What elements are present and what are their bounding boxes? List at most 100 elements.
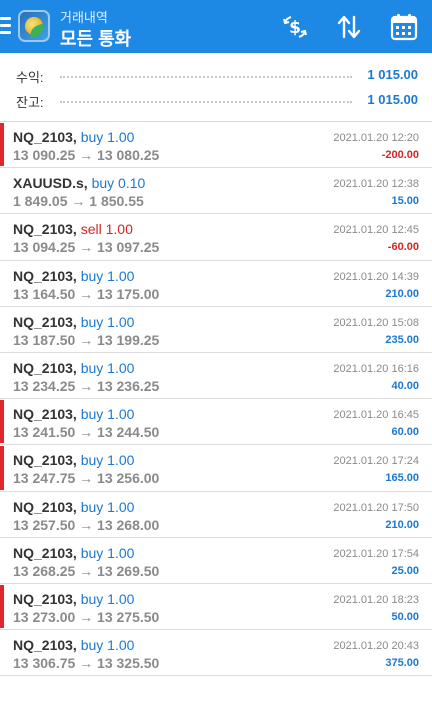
trade-title: NQ_2103, buy 1.00 — [13, 452, 134, 468]
trade-side: buy 1.00 — [80, 313, 135, 330]
trade-time: 2021.01.20 15:08 — [333, 316, 419, 329]
trade-side: buy 1.00 — [80, 452, 135, 469]
trade-side: buy 1.00 — [80, 267, 135, 284]
trade-prices: 13 187.50 → 13 199.25 — [13, 331, 160, 348]
trade-prices: 13 090.25 → 13 080.25 — [13, 147, 160, 163]
currency-filter-icon[interactable]: $ — [280, 12, 310, 42]
trade-marker — [0, 446, 4, 490]
trade-symbol: NQ_2103, — [13, 406, 77, 423]
trade-row[interactable]: NQ_2103, buy 1.00 13 241.50 → 13 244.50 20… — [0, 399, 432, 446]
trade-profit: 40.00 — [391, 379, 419, 392]
trade-time: 2021.01.20 16:16 — [333, 362, 419, 375]
trade-prices: 13 241.50 → 13 244.50 — [13, 424, 160, 441]
menu-icon[interactable] — [0, 17, 12, 35]
profit-value: 1 015.00 — [367, 67, 418, 82]
profit-row: 수익: 1 015.00 — [16, 65, 418, 86]
trade-title: XAUUSD.s, buy 0.10 — [13, 175, 145, 191]
trade-symbol: NQ_2103, — [13, 359, 77, 376]
trade-time: 2021.01.20 12:20 — [333, 132, 419, 144]
trade-time: 2021.01.20 20:43 — [333, 640, 419, 653]
trade-title: NQ_2103, buy 1.00 — [13, 637, 134, 653]
trade-side: buy 1.00 — [80, 544, 135, 561]
balance-label: 잔고: — [16, 92, 48, 111]
trade-side: buy 1.00 — [80, 590, 135, 607]
trade-prices: 13 247.75 → 13 256.00 — [13, 470, 160, 487]
trade-title: NQ_2103, buy 1.00 — [13, 545, 134, 561]
trade-row[interactable]: NQ_2103, sell 1.00 13 094.25 → 13 097.25 2… — [0, 214, 432, 261]
trade-title: NQ_2103, buy 1.00 — [13, 591, 134, 607]
trade-profit: 165.00 — [385, 472, 419, 485]
trade-profit: 210.00 — [385, 287, 419, 300]
trade-row[interactable]: NQ_2103, buy 1.00 13 187.50 → 13 199.25 20… — [0, 306, 432, 353]
trade-time: 2021.01.20 17:24 — [333, 455, 419, 468]
trade-profit: 25.00 — [391, 564, 419, 577]
trade-profit: -60.00 — [387, 241, 419, 254]
trade-title: NQ_2103, buy 1.00 — [13, 406, 134, 422]
trade-row[interactable]: NQ_2103, buy 1.00 13 268.25 → 13 269.50 20… — [0, 537, 432, 584]
trade-title: NQ_2103, buy 1.00 — [13, 499, 134, 515]
trade-title: NQ_2103, buy 1.00 — [13, 268, 134, 284]
trade-side: sell 1.00 — [80, 221, 133, 238]
trade-symbol: XAUUSD.s, — [13, 175, 88, 192]
trade-side: buy 1.00 — [80, 406, 135, 423]
trade-marker — [0, 400, 4, 444]
trade-profit: 60.00 — [391, 426, 419, 439]
trade-symbol: NQ_2103, — [13, 498, 77, 515]
sort-icon[interactable] — [334, 12, 364, 42]
balance-row: 잔고: 1 015.00 — [16, 90, 418, 111]
trade-row[interactable]: NQ_2103, buy 1.00 13 164.50 → 13 175.00 20… — [0, 260, 432, 307]
trade-side: buy 1.00 — [80, 359, 135, 376]
trade-profit: 50.00 — [391, 610, 419, 623]
trade-profit: -200.00 — [381, 149, 419, 161]
trade-symbol: NQ_2103, — [13, 590, 77, 607]
header-title[interactable]: 모든 통화 — [60, 25, 131, 51]
dotted-leader — [60, 101, 352, 103]
trade-time: 2021.01.20 17:50 — [333, 501, 419, 514]
trade-side: buy 0.10 — [91, 175, 146, 192]
svg-text:$: $ — [289, 18, 301, 38]
trade-prices: 13 268.25 → 13 269.50 — [13, 562, 160, 579]
trade-profit: 15.00 — [391, 195, 419, 208]
trade-symbol: NQ_2103, — [13, 267, 77, 284]
trade-symbol: NQ_2103, — [13, 221, 77, 238]
trade-prices: 13 164.50 → 13 175.00 — [13, 285, 160, 302]
trade-symbol: NQ_2103, — [13, 129, 77, 145]
trade-prices: 13 257.50 → 13 268.00 — [13, 516, 160, 533]
summary-panel: 수익: 1 015.00 잔고: 1 015.00 — [0, 53, 432, 122]
trade-prices: 13 094.25 → 13 097.25 — [13, 239, 160, 256]
trade-title: NQ_2103, buy 1.00 — [13, 314, 134, 330]
profit-label: 수익: — [16, 67, 48, 86]
trade-marker — [0, 123, 4, 167]
trade-symbol: NQ_2103, — [13, 452, 77, 469]
dotted-leader — [60, 76, 352, 78]
trade-row[interactable]: NQ_2103, buy 1.00 13 257.50 → 13 268.00 20… — [0, 491, 432, 538]
trade-profit: 210.00 — [385, 518, 419, 531]
calendar-icon[interactable] — [389, 12, 419, 42]
balance-value: 1 015.00 — [367, 92, 418, 107]
trade-symbol: NQ_2103, — [13, 313, 77, 330]
trade-prices: 13 234.25 → 13 236.25 — [13, 377, 160, 394]
trade-time: 2021.01.20 12:38 — [333, 178, 419, 191]
trade-row[interactable]: XAUUSD.s, buy 0.10 1 849.05 → 1 850.55 202… — [0, 168, 432, 215]
trade-row[interactable]: NQ_2103, buy 1.00 13 306.75 → 13 325.50 20… — [0, 630, 432, 677]
trade-title: NQ_2103, buy 1.00 — [13, 129, 134, 145]
trade-list: NQ_2103, buy 1.00 13 090.25 → 13 080.25 20… — [0, 122, 432, 677]
trade-prices: 1 849.05 → 1 850.55 — [13, 193, 144, 210]
trade-marker — [0, 584, 4, 629]
trade-row[interactable]: NQ_2103, buy 1.00 13 234.25 → 13 236.25 20… — [0, 352, 432, 400]
trade-row[interactable]: NQ_2103, buy 1.00 13 247.75 → 13 256.00 20… — [0, 445, 432, 492]
trade-time: 2021.01.20 12:45 — [333, 224, 419, 237]
trade-profit: 235.00 — [385, 333, 419, 346]
trade-side: buy 1.00 — [80, 129, 135, 145]
trade-title: NQ_2103, sell 1.00 — [13, 221, 133, 237]
header-subtitle: 거래내역 — [60, 10, 108, 25]
trade-prices: 13 273.00 → 13 275.50 — [13, 608, 160, 625]
trade-symbol: NQ_2103, — [13, 544, 77, 561]
trade-prices: 13 306.75 → 13 325.50 — [13, 655, 160, 672]
trade-side: buy 1.00 — [80, 498, 135, 515]
trade-symbol: NQ_2103, — [13, 637, 77, 654]
trade-title: NQ_2103, buy 1.00 — [13, 360, 134, 376]
trade-row[interactable]: NQ_2103, buy 1.00 13 273.00 → 13 275.50 20… — [0, 583, 432, 631]
trade-time: 2021.01.20 16:45 — [333, 409, 419, 422]
trade-row[interactable]: NQ_2103, buy 1.00 13 090.25 → 13 080.25 20… — [0, 122, 432, 169]
